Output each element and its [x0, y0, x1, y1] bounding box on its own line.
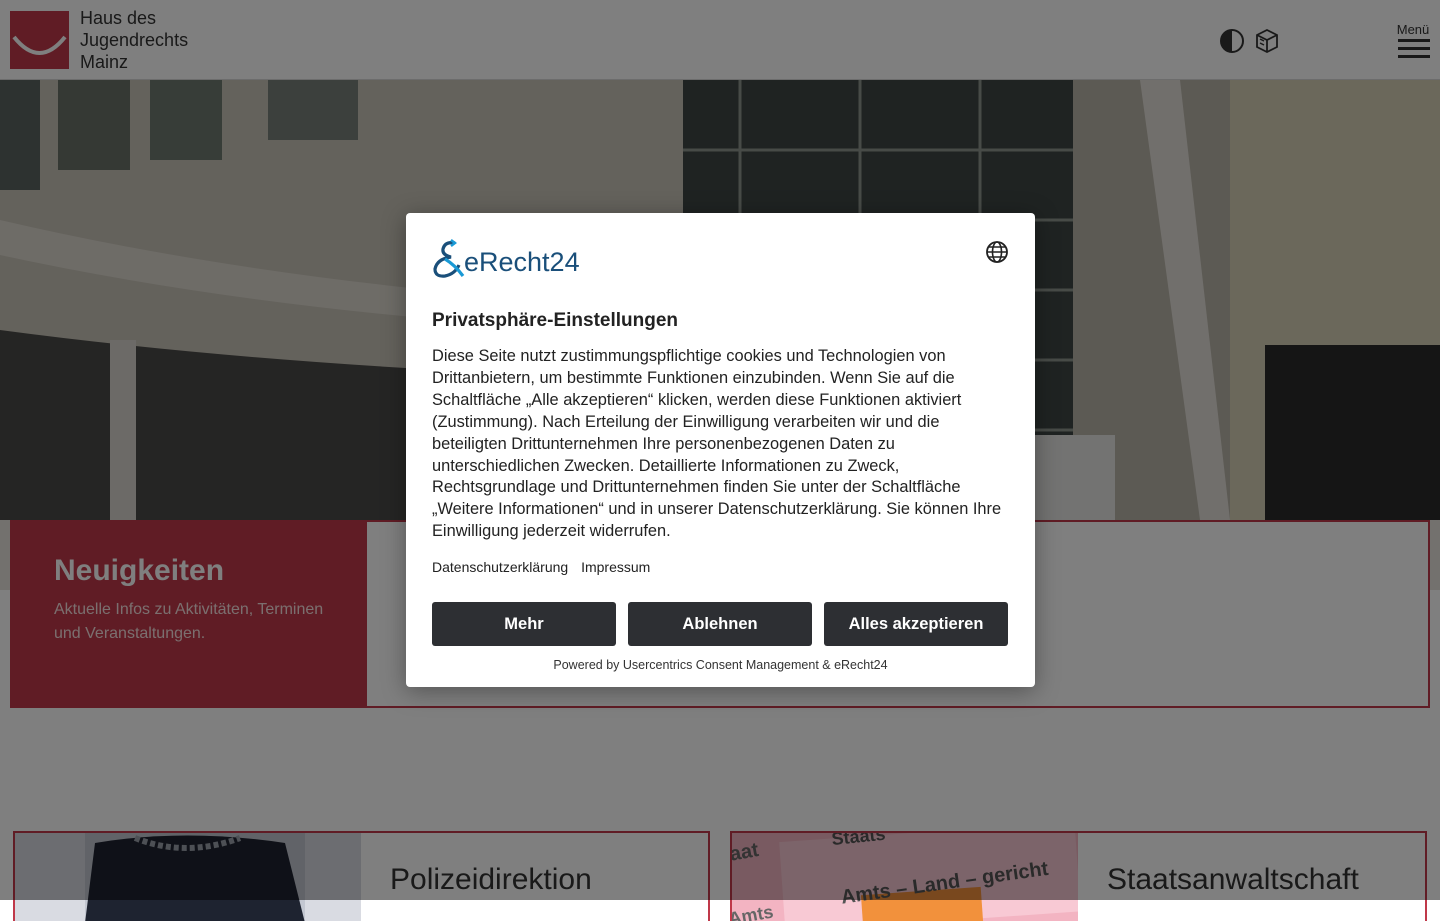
consent-links: Datenschutzerklärung Impressum	[432, 559, 659, 575]
consent-dialog: eRecht24 Privatsphäre-Einstellungen Dies…	[406, 213, 1035, 687]
more-button[interactable]: Mehr	[432, 602, 616, 646]
erecht24-wordmark: eRecht24	[464, 247, 580, 277]
accept-all-button[interactable]: Alles akzeptieren	[824, 602, 1008, 646]
reject-button[interactable]: Ablehnen	[628, 602, 812, 646]
consent-body-text: Diese Seite nutzt zustimmungspflichtige …	[432, 347, 1002, 541]
consent-title: Privatsphäre-Einstellungen	[432, 310, 679, 331]
privacy-policy-link[interactable]: Datenschutzerklärung	[432, 559, 568, 575]
erecht24-logo-icon	[433, 239, 465, 278]
imprint-link[interactable]: Impressum	[581, 559, 650, 575]
powered-by-text: Powered by Usercentrics Consent Manageme…	[553, 658, 888, 672]
erecht24-logo: eRecht24	[431, 239, 601, 279]
globe-icon[interactable]	[985, 240, 1009, 264]
